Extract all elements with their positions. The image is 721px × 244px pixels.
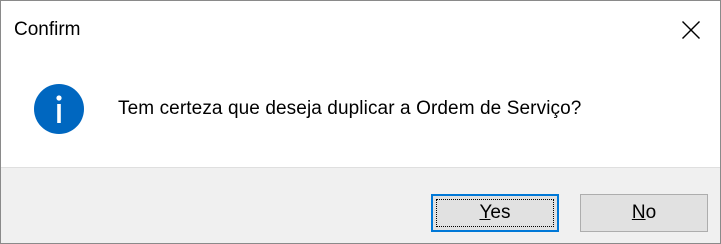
dialog-content: Tem certeza que deseja duplicar a Ordem … — [1, 59, 720, 167]
yes-button-label: Yes — [479, 202, 510, 224]
yes-mnemonic: Y — [479, 202, 491, 223]
window-title: Confirm — [14, 19, 81, 40]
info-icon — [33, 83, 85, 135]
button-bar: Yes No — [1, 167, 720, 243]
close-button[interactable] — [662, 1, 720, 59]
no-button[interactable]: No — [580, 194, 708, 232]
no-mnemonic: N — [631, 202, 646, 223]
yes-label-rest: es — [490, 202, 511, 223]
no-button-label: No — [632, 202, 656, 224]
confirm-dialog: Confirm Tem certeza que deseja duplicar … — [0, 0, 721, 244]
title-bar: Confirm — [1, 1, 720, 59]
confirm-message: Tem certeza que deseja duplicar a Ordem … — [118, 98, 582, 119]
yes-button[interactable]: Yes — [431, 194, 559, 232]
no-label-rest: o — [645, 202, 657, 223]
close-icon — [681, 20, 701, 40]
